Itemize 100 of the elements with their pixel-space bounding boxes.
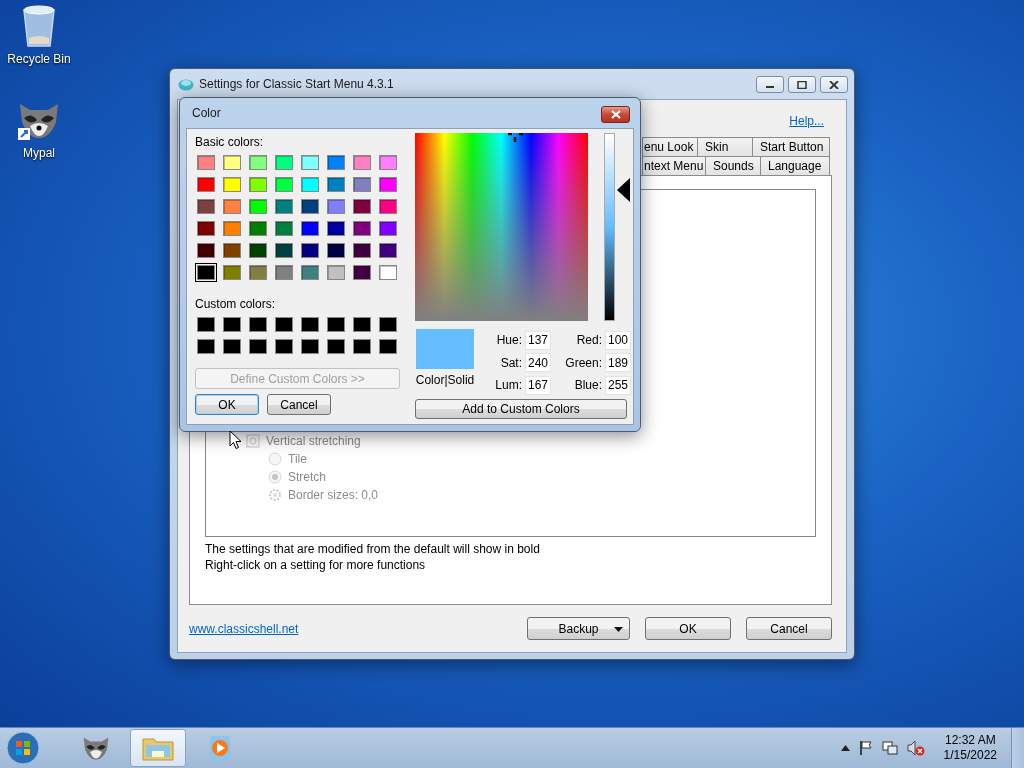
color-swatch[interactable] — [273, 219, 295, 238]
color-swatch[interactable] — [247, 153, 269, 172]
color-swatch[interactable] — [221, 153, 243, 172]
network-icon[interactable] — [881, 740, 898, 756]
color-swatch[interactable] — [377, 337, 399, 356]
close-button[interactable] — [601, 106, 630, 123]
tab[interactable]: Skin — [697, 137, 753, 156]
muted-speaker-icon[interactable] — [906, 740, 925, 756]
color-swatch[interactable] — [351, 175, 373, 194]
color-swatch[interactable] — [221, 197, 243, 216]
desktop-icon-label[interactable]: Recycle Bin — [7, 52, 71, 66]
desktop-icon-label[interactable]: Mypal — [23, 146, 55, 160]
tab[interactable]: enu Look — [642, 137, 698, 156]
maximize-button[interactable] — [788, 76, 816, 93]
tab[interactable]: ntext Menu — [642, 156, 706, 175]
color-swatch[interactable] — [325, 153, 347, 172]
add-to-custom-colors-button[interactable]: Add to Custom Colors — [415, 399, 627, 419]
backup-dropdown-button[interactable]: Backup — [527, 617, 630, 640]
help-link[interactable]: Help... — [789, 114, 824, 132]
color-swatch[interactable] — [325, 263, 347, 282]
input-field[interactable]: 167 — [525, 375, 551, 395]
color-swatch[interactable] — [377, 197, 399, 216]
color-swatch[interactable] — [351, 153, 373, 172]
color-swatch[interactable] — [351, 315, 373, 334]
color-swatch[interactable] — [325, 337, 347, 356]
color-swatch[interactable] — [377, 315, 399, 334]
color-swatch[interactable] — [221, 175, 243, 194]
color-swatch[interactable] — [247, 219, 269, 238]
show-hidden-icons-icon[interactable] — [840, 745, 850, 751]
color-swatch[interactable] — [325, 219, 347, 238]
color-swatch[interactable] — [195, 241, 217, 260]
color-swatch[interactable] — [247, 263, 269, 282]
recycle-bin-icon[interactable] — [21, 4, 57, 48]
color-swatch[interactable] — [221, 337, 243, 356]
input-field[interactable]: 240 — [525, 353, 551, 373]
color-swatch[interactable] — [195, 337, 217, 356]
color-swatch[interactable] — [325, 241, 347, 260]
cancel-button[interactable]: Cancel — [267, 394, 331, 415]
color-swatch[interactable] — [195, 315, 217, 334]
color-swatch[interactable] — [247, 241, 269, 260]
input-field[interactable]: 189 — [605, 353, 631, 373]
color-swatch[interactable] — [299, 263, 321, 282]
ok-button[interactable]: OK — [195, 394, 259, 415]
color-swatch[interactable] — [299, 337, 321, 356]
start-button[interactable] — [6, 731, 40, 765]
color-swatch[interactable] — [273, 197, 295, 216]
color-swatch[interactable] — [299, 315, 321, 334]
input-field[interactable]: 255 — [605, 375, 631, 395]
color-swatch[interactable] — [299, 175, 321, 194]
color-swatch[interactable] — [325, 175, 347, 194]
color-swatch[interactable] — [377, 175, 399, 194]
close-button[interactable] — [820, 76, 848, 93]
tab[interactable]: Sounds — [705, 156, 761, 175]
input-field[interactable]: 100 — [605, 330, 631, 350]
color-swatch[interactable] — [273, 315, 295, 334]
color-swatch[interactable] — [273, 153, 295, 172]
color-swatch[interactable] — [273, 263, 295, 282]
color-solid-label: Color|Solid — [415, 373, 475, 387]
color-swatch[interactable] — [351, 241, 373, 260]
color-swatch[interactable] — [195, 175, 217, 194]
color-swatch[interactable] — [221, 241, 243, 260]
color-spectrum[interactable] — [415, 133, 588, 321]
color-swatch[interactable] — [351, 337, 373, 356]
color-swatch[interactable] — [221, 263, 243, 282]
color-swatch[interactable] — [273, 337, 295, 356]
color-swatch[interactable] — [351, 219, 373, 238]
color-swatch[interactable] — [221, 315, 243, 334]
color-swatch[interactable] — [247, 175, 269, 194]
color-swatch[interactable] — [377, 153, 399, 172]
color-swatch[interactable] — [247, 197, 269, 216]
color-swatch[interactable] — [299, 241, 321, 260]
color-swatch[interactable] — [273, 241, 295, 260]
input-field[interactable]: 137 — [525, 330, 551, 350]
dialog-button[interactable]: OK — [645, 617, 731, 640]
color-swatch[interactable] — [195, 219, 217, 238]
color-swatch[interactable] — [299, 153, 321, 172]
clock[interactable]: 12:32 AM 1/15/2022 — [943, 733, 997, 763]
color-swatch[interactable] — [351, 197, 373, 216]
color-swatch[interactable] — [325, 197, 347, 216]
color-swatch[interactable] — [247, 337, 269, 356]
color-swatch[interactable] — [221, 219, 243, 238]
color-swatch[interactable] — [195, 197, 217, 216]
flag-icon[interactable] — [858, 740, 873, 756]
color-swatch[interactable] — [299, 197, 321, 216]
website-link[interactable]: www.classicshell.net — [189, 621, 299, 636]
dialog-button[interactable]: Cancel — [746, 617, 832, 640]
minimize-button[interactable] — [756, 76, 784, 93]
tab[interactable]: Language — [760, 156, 830, 175]
tab[interactable]: Start Button — [752, 137, 830, 156]
color-swatch[interactable] — [325, 315, 347, 334]
color-swatch[interactable] — [377, 219, 399, 238]
color-swatch[interactable] — [195, 263, 217, 282]
color-swatch[interactable] — [299, 219, 321, 238]
color-swatch[interactable] — [377, 241, 399, 260]
color-swatch[interactable] — [377, 263, 399, 282]
color-swatch[interactable] — [247, 315, 269, 334]
color-swatch[interactable] — [195, 153, 217, 172]
color-swatch[interactable] — [351, 263, 373, 282]
luminosity-slider-handle[interactable] — [617, 177, 630, 202]
color-swatch[interactable] — [273, 175, 295, 194]
